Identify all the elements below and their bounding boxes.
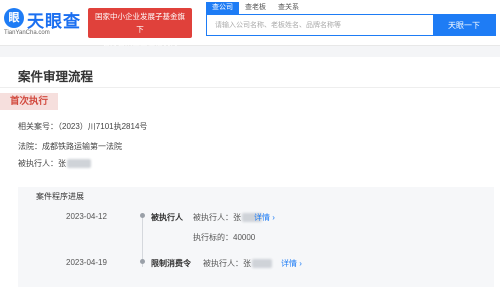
- court-row: 法院：成都铁路运输第一法院: [18, 141, 122, 152]
- search-area: 查公司 查老板 查关系 天眼一下: [206, 2, 496, 44]
- gov-badge-line2: 官方备案企业征信机构: [102, 38, 178, 47]
- phase-tag: 首次执行: [0, 93, 58, 110]
- gov-badge-line1: 国家中小企业发展子基金旗下: [95, 12, 185, 34]
- gov-badge: 国家中小企业发展子基金旗下 官方备案企业征信机构: [88, 8, 192, 47]
- page-title: 案件审理流程: [18, 70, 94, 84]
- event-party: 被执行人：张: [193, 212, 262, 223]
- detail-link-label: 详情: [254, 213, 270, 222]
- site-logo[interactable]: 眼 天眼查 TianYanCha.com: [4, 6, 84, 40]
- event-date: 2023-04-12: [66, 212, 107, 221]
- timeline-dot: [140, 213, 145, 218]
- case-process-card: 案件审理流程 首次执行 相关案号：（2023）川7101执2814号 法院：成都…: [0, 57, 500, 288]
- court-label: 法院：: [18, 142, 42, 151]
- search-tabs: 查公司 查老板 查关系: [206, 2, 305, 14]
- logo-text: 天眼查: [27, 12, 81, 31]
- progress-title: 案件程序进展: [36, 192, 84, 201]
- party-row: 被执行人：张: [18, 158, 91, 169]
- event-party-label: 被执行人：: [193, 213, 233, 222]
- divider: [0, 87, 500, 88]
- event-type: 限制消费令: [151, 259, 191, 268]
- search-box: 天眼一下: [206, 14, 496, 36]
- event-party-label: 被执行人：: [203, 259, 243, 268]
- search-input[interactable]: [207, 15, 433, 35]
- event-party-name: 张: [233, 213, 241, 222]
- event-party-name: 张: [243, 259, 251, 268]
- case-number-value: （2023）川7101执2814号: [58, 122, 148, 131]
- tab-relation[interactable]: 查关系: [272, 2, 305, 14]
- event-party: 被执行人：张: [203, 258, 272, 269]
- case-number-label: 相关案号：: [18, 122, 58, 131]
- timeline-dot: [140, 259, 145, 264]
- event-amount-label: 执行标的：: [193, 233, 233, 242]
- court-value: 成都铁路运输第一法院: [42, 142, 122, 151]
- event-detail-link[interactable]: 详情 ›: [254, 212, 275, 223]
- progress-panel: 案件程序进展 2023-04-12 被执行人 被执行人：张 详情 › 执行标的：…: [18, 187, 494, 287]
- party-name: 张: [58, 159, 66, 168]
- chevron-right-icon: ›: [299, 259, 302, 268]
- redacted-name-mask: [252, 259, 272, 269]
- search-button[interactable]: 天眼一下: [433, 15, 495, 35]
- logo-icon: 眼: [4, 8, 24, 28]
- chevron-right-icon: ›: [272, 213, 275, 222]
- event-date: 2023-04-19: [66, 258, 107, 267]
- event-detail-link[interactable]: 详情 ›: [281, 258, 302, 269]
- party-label: 被执行人：: [18, 159, 58, 168]
- event-type: 被执行人: [151, 213, 183, 222]
- logo-url: TianYanCha.com: [4, 30, 50, 36]
- case-number-row: 相关案号：（2023）川7101执2814号: [18, 121, 147, 132]
- redacted-name-mask: [67, 159, 91, 169]
- detail-link-label: 详情: [281, 259, 297, 268]
- event-amount-value: 40000: [233, 233, 256, 242]
- top-bar: 眼 天眼查 TianYanCha.com 国家中小企业发展子基金旗下 官方备案企…: [0, 0, 500, 47]
- tab-boss[interactable]: 查老板: [239, 2, 272, 14]
- event-amount: 执行标的：40000: [193, 232, 255, 243]
- tab-company[interactable]: 查公司: [206, 2, 239, 14]
